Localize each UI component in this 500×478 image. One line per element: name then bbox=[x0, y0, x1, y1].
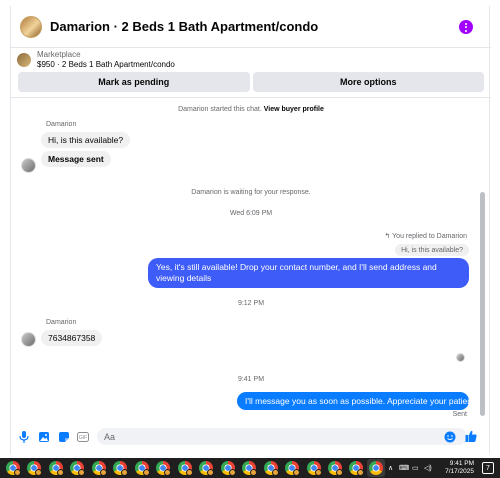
windows-taskbar: ∧ ⌨ ▭ ◁) 9:41 PM 7/17/2025 7 bbox=[0, 458, 500, 478]
incoming-message[interactable]: Message sent bbox=[41, 151, 111, 167]
listing-avatar[interactable] bbox=[20, 15, 42, 38]
profile-badge-icon bbox=[315, 469, 322, 476]
composer: GIF Aa bbox=[11, 420, 491, 454]
listing-thumbnail bbox=[17, 53, 31, 67]
message-status: Sent bbox=[452, 411, 467, 418]
profile-badge-icon bbox=[293, 469, 300, 476]
chat-header: Damarion · 2 Beds 1 Bath Apartment/condo bbox=[11, 6, 491, 48]
listing-actions: Mark as pending More options bbox=[18, 72, 484, 92]
view-buyer-profile-link[interactable]: View buyer profile bbox=[264, 106, 324, 113]
reply-note: ↰ You replied to Damarion bbox=[384, 233, 467, 240]
show-hidden-icons-icon[interactable]: ∧ bbox=[388, 458, 393, 478]
system-clock[interactable]: 9:41 PM 7/17/2025 bbox=[445, 460, 474, 476]
timestamp: Wed 6:09 PM bbox=[229, 210, 273, 217]
incoming-message[interactable]: 7634867358 bbox=[41, 330, 103, 346]
waiting-notice: Damarion is waiting for your response. bbox=[191, 189, 311, 196]
emoji-icon[interactable] bbox=[444, 431, 456, 443]
chat-window: Damarion · 2 Beds 1 Bath Apartment/condo… bbox=[10, 6, 491, 454]
listing-summary[interactable]: Marketplace $950 · 2 Beds 1 Bath Apartme… bbox=[11, 49, 491, 71]
read-receipt-avatar bbox=[456, 353, 465, 362]
outgoing-message[interactable]: Yes, it's still available! Drop your con… bbox=[148, 258, 469, 288]
profile-badge-icon bbox=[57, 469, 64, 476]
profile-badge-icon bbox=[250, 469, 257, 476]
profile-badge-icon bbox=[229, 469, 236, 476]
photo-icon[interactable] bbox=[38, 431, 50, 443]
message-list[interactable]: Damarion started this chat. View buyer p… bbox=[11, 98, 491, 418]
chat-started-notice: Damarion started this chat. View buyer p… bbox=[178, 106, 324, 113]
sender-avatar[interactable] bbox=[21, 332, 36, 347]
timestamp: 9:12 PM bbox=[237, 300, 265, 307]
more-options-icon[interactable] bbox=[459, 20, 473, 34]
sticker-icon[interactable] bbox=[58, 431, 70, 443]
sender-name: Damarion bbox=[46, 319, 77, 326]
clock-date: 7/17/2025 bbox=[445, 468, 474, 475]
message-input[interactable]: Aa bbox=[97, 428, 467, 445]
profile-badge-icon bbox=[143, 469, 150, 476]
timestamp: 9:41 PM bbox=[237, 376, 265, 383]
profile-badge-icon bbox=[336, 469, 343, 476]
clock-time: 9:41 PM bbox=[449, 460, 474, 467]
profile-badge-icon bbox=[100, 469, 107, 476]
profile-badge-icon bbox=[186, 469, 193, 476]
marketplace-label: Marketplace bbox=[37, 50, 81, 59]
mark-as-pending-button[interactable]: Mark as pending bbox=[18, 72, 250, 92]
scrollbar[interactable] bbox=[480, 192, 485, 416]
chrome-app-icon[interactable] bbox=[369, 461, 383, 475]
incoming-message[interactable]: Hi, is this available? bbox=[41, 132, 131, 148]
profile-badge-icon bbox=[78, 469, 85, 476]
profile-badge-icon bbox=[164, 469, 171, 476]
profile-badge-icon bbox=[35, 469, 42, 476]
profile-badge-icon bbox=[121, 469, 128, 476]
volume-icon[interactable]: ◁) bbox=[424, 458, 432, 478]
more-options-button[interactable]: More options bbox=[252, 72, 484, 92]
outgoing-message[interactable]: I'll message you as soon as possible. Ap… bbox=[237, 392, 481, 410]
chat-title[interactable]: Damarion · 2 Beds 1 Bath Apartment/condo bbox=[50, 19, 318, 34]
profile-badge-icon bbox=[272, 469, 279, 476]
gif-icon[interactable]: GIF bbox=[77, 431, 89, 443]
network-icon[interactable]: ▭ bbox=[412, 458, 419, 478]
sender-name: Damarion bbox=[46, 121, 77, 128]
profile-badge-icon bbox=[14, 469, 21, 476]
listing-price-title: $950 · 2 Beds 1 Bath Apartment/condo bbox=[37, 60, 175, 69]
like-thumb-icon[interactable] bbox=[465, 430, 477, 442]
sender-avatar[interactable] bbox=[21, 158, 36, 173]
microphone-icon[interactable] bbox=[18, 431, 30, 443]
reply-arrow-icon: ↰ bbox=[384, 233, 391, 240]
svg-text:GIF: GIF bbox=[79, 435, 87, 441]
language-icon[interactable]: ⌨ bbox=[399, 458, 409, 478]
profile-badge-icon bbox=[357, 469, 364, 476]
profile-badge-icon bbox=[207, 469, 214, 476]
quoted-message[interactable]: Hi, is this available? bbox=[395, 244, 469, 256]
notification-center-icon[interactable]: 7 bbox=[482, 462, 494, 474]
